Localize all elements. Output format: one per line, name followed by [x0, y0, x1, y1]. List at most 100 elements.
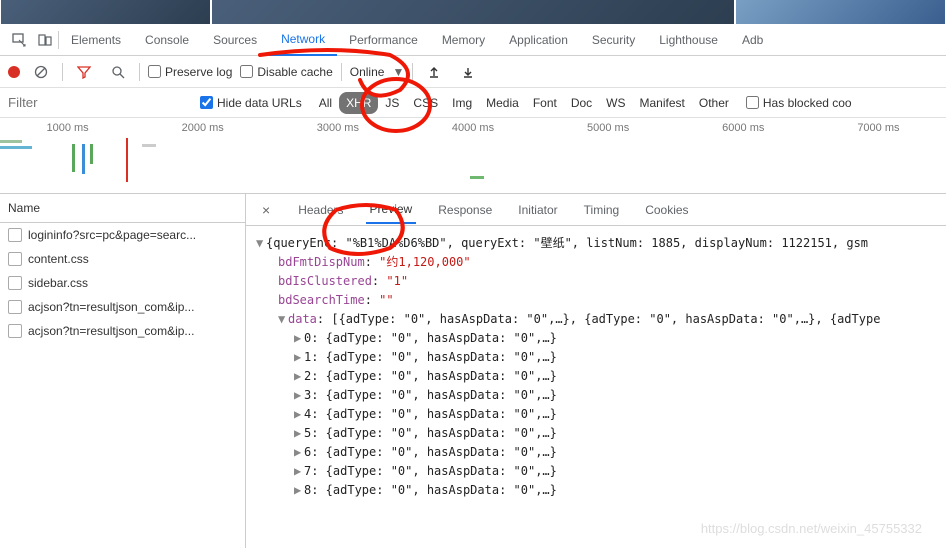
request-row[interactable]: content.css — [0, 247, 245, 271]
tab-elements[interactable]: Elements — [59, 25, 133, 55]
tab-application[interactable]: Application — [497, 25, 580, 55]
request-bar — [82, 144, 85, 174]
tick-label: 5000 ms — [541, 122, 676, 134]
search-icon[interactable] — [110, 64, 126, 80]
request-row[interactable]: acjson?tn=resultjson_com&ip... — [0, 295, 245, 319]
request-row[interactable]: sidebar.css — [0, 271, 245, 295]
close-icon[interactable]: × — [256, 202, 276, 218]
tree-text: 7: {adType: "0", hasAspData: "0",…} — [304, 464, 557, 478]
filter-type-img[interactable]: Img — [445, 92, 479, 114]
separator — [341, 63, 342, 81]
filter-type-css[interactable]: CSS — [406, 92, 445, 114]
detail-pane: × Headers Preview Response Initiator Tim… — [246, 194, 946, 548]
tree-row[interactable]: ▶2: {adType: "0", hasAspData: "0",…} — [256, 367, 936, 386]
tab-performance[interactable]: Performance — [337, 25, 430, 55]
throttle-select[interactable]: Online — [350, 65, 385, 79]
tree-key: data — [288, 312, 317, 326]
detail-tab-cookies[interactable]: Cookies — [641, 197, 692, 223]
filter-input[interactable] — [0, 89, 200, 116]
filter-type-manifest[interactable]: Manifest — [633, 92, 692, 114]
tree-row[interactable]: ▼{queryEnc: "%B1%DA%D6%BD", queryExt: "壁… — [256, 234, 936, 253]
download-icon[interactable] — [460, 64, 476, 80]
detail-tab-headers[interactable]: Headers — [294, 197, 347, 223]
disable-cache-checkbox[interactable] — [240, 65, 253, 78]
request-row[interactable]: logininfo?src=pc&page=searc... — [0, 223, 245, 247]
tab-network[interactable]: Network — [269, 24, 337, 56]
request-list-pane: Name logininfo?src=pc&page=searc... cont… — [0, 194, 246, 548]
tick-label: 4000 ms — [405, 122, 540, 134]
waterfall-timeline[interactable]: 1000 ms 2000 ms 3000 ms 4000 ms 5000 ms … — [0, 118, 946, 194]
name-column-header[interactable]: Name — [0, 194, 245, 223]
has-blocked-checkbox[interactable] — [746, 96, 759, 109]
tree-text: 4: {adType: "0", hasAspData: "0",…} — [304, 407, 557, 421]
tree-row[interactable]: ▶8: {adType: "0", hasAspData: "0",…} — [256, 481, 936, 500]
tab-console[interactable]: Console — [133, 25, 201, 55]
tree-value: "约1,120,000" — [379, 255, 470, 269]
tab-adblock[interactable]: Adb — [730, 25, 775, 55]
tree-row[interactable]: ▶0: {adType: "0", hasAspData: "0",…} — [256, 329, 936, 348]
tab-security[interactable]: Security — [580, 25, 647, 55]
tree-row[interactable]: bdSearchTime: "" — [256, 291, 936, 310]
request-row[interactable]: acjson?tn=resultjson_com&ip... — [0, 319, 245, 343]
detail-tab-preview[interactable]: Preview — [366, 196, 417, 224]
tree-row[interactable]: bdIsClustered: "1" — [256, 272, 936, 291]
detail-tab-timing[interactable]: Timing — [580, 197, 624, 223]
tab-memory[interactable]: Memory — [430, 25, 497, 55]
tree-value: [{adType: "0", hasAspData: "0",…}, {adTy… — [331, 312, 880, 326]
preserve-log-toggle[interactable]: Preserve log — [148, 65, 232, 79]
tab-sources[interactable]: Sources — [201, 25, 269, 55]
hide-data-urls-checkbox[interactable] — [200, 96, 213, 109]
filter-type-other[interactable]: Other — [692, 92, 736, 114]
tree-text: 2: {adType: "0", hasAspData: "0",…} — [304, 369, 557, 383]
page-thumbnails — [0, 0, 946, 24]
filter-type-ws[interactable]: WS — [599, 92, 632, 114]
request-bar — [142, 144, 156, 147]
filter-type-xhr[interactable]: XHR — [339, 92, 378, 114]
record-button[interactable] — [8, 66, 20, 78]
tick-label: 7000 ms — [811, 122, 946, 134]
tree-row[interactable]: ▶3: {adType: "0", hasAspData: "0",…} — [256, 386, 936, 405]
tab-lighthouse[interactable]: Lighthouse — [647, 25, 730, 55]
thumb — [1, 0, 210, 24]
hide-data-urls-toggle[interactable]: Hide data URLs — [200, 96, 302, 110]
filter-type-all[interactable]: All — [312, 92, 339, 114]
tree-text: %B1%DA%D6%BD — [353, 236, 440, 250]
tree-row[interactable]: ▶4: {adType: "0", hasAspData: "0",…} — [256, 405, 936, 424]
filter-type-js[interactable]: JS — [378, 92, 406, 114]
preserve-log-checkbox[interactable] — [148, 65, 161, 78]
tree-text: 8: {adType: "0", hasAspData: "0",…} — [304, 483, 557, 497]
inspect-icon[interactable] — [11, 32, 27, 48]
preserve-log-label: Preserve log — [165, 65, 232, 79]
detail-tabs: × Headers Preview Response Initiator Tim… — [246, 194, 946, 226]
separator — [62, 63, 63, 81]
request-bar — [72, 144, 75, 172]
tree-row[interactable]: ▶5: {adType: "0", hasAspData: "0",…} — [256, 424, 936, 443]
filter-type-font[interactable]: Font — [526, 92, 564, 114]
tree-row[interactable]: ▶7: {adType: "0", hasAspData: "0",…} — [256, 462, 936, 481]
has-blocked-toggle[interactable]: Has blocked coo — [746, 96, 852, 110]
tree-row[interactable]: ▶1: {adType: "0", hasAspData: "0",…} — [256, 348, 936, 367]
tree-key: bdIsClustered — [278, 274, 372, 288]
separator — [139, 63, 140, 81]
tick-label: 6000 ms — [676, 122, 811, 134]
tree-row[interactable]: ▶6: {adType: "0", hasAspData: "0",…} — [256, 443, 936, 462]
tree-row[interactable]: ▼data: [{adType: "0", hasAspData: "0",…}… — [256, 310, 936, 329]
detail-tab-response[interactable]: Response — [434, 197, 496, 223]
thumb — [212, 0, 734, 24]
disable-cache-toggle[interactable]: Disable cache — [240, 65, 332, 79]
request-bar — [470, 176, 484, 179]
detail-tab-initiator[interactable]: Initiator — [514, 197, 561, 223]
tree-value: "" — [379, 293, 393, 307]
clear-icon[interactable] — [33, 64, 49, 80]
tree-key: bdFmtDispNum — [278, 255, 365, 269]
filter-icon[interactable] — [76, 64, 92, 80]
tick-label: 3000 ms — [270, 122, 405, 134]
filter-type-media[interactable]: Media — [479, 92, 526, 114]
device-toggle-icon[interactable] — [37, 32, 53, 48]
upload-icon[interactable] — [426, 64, 442, 80]
filter-type-doc[interactable]: Doc — [564, 92, 599, 114]
request-bar — [0, 146, 32, 149]
tree-row[interactable]: bdFmtDispNum: "约1,120,000" — [256, 253, 936, 272]
dropdown-icon[interactable]: ▼ — [392, 65, 404, 79]
preview-tree[interactable]: ▼{queryEnc: "%B1%DA%D6%BD", queryExt: "壁… — [246, 226, 946, 548]
